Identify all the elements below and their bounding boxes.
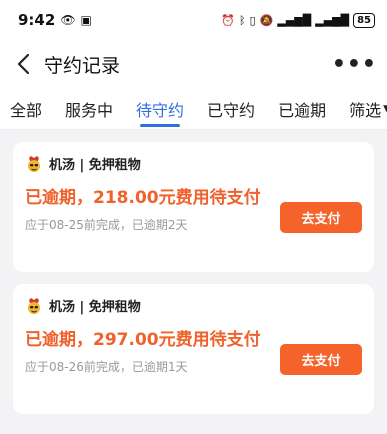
due-detail: 应于08-25前完成，已逾期2天 [25, 218, 188, 232]
tab-pending[interactable]: 待守约 [136, 88, 184, 130]
tab-all[interactable]: 全部 [10, 88, 42, 130]
overdue-status: 已逾期，218.00元费用待支付 [25, 188, 261, 208]
record-card[interactable]: 机汤 | 免押租物 已逾期，297.00元费用待支付 应于08-26前完成，已逾… [13, 284, 374, 414]
pay-button[interactable]: 去支付 [280, 344, 362, 375]
signal-icon: ▂▄▆█ [277, 13, 312, 27]
eye-icon: 👁 [60, 13, 76, 27]
back-arrow-icon[interactable] [10, 51, 36, 77]
tab-kept[interactable]: 已守约 [207, 88, 255, 130]
signal-icon-2: ▂▄▆█ [315, 13, 350, 27]
page-title: 守约记录 [44, 54, 121, 77]
pay-button[interactable]: 去支付 [280, 202, 362, 233]
merchant-name: 机汤 | 免押租物 [49, 158, 141, 173]
tab-filter[interactable]: 筛选 ▼ [349, 88, 387, 130]
tab-overdue[interactable]: 已逾期 [278, 88, 326, 130]
record-card[interactable]: 机汤 | 免押租物 已逾期，218.00元费用待支付 应于08-25前完成，已逾… [13, 142, 374, 272]
merchant-name: 机汤 | 免押租物 [49, 300, 141, 315]
tab-bar: 全部 服务中 待守约 已守约 已逾期 筛选 ▼ [0, 88, 387, 130]
nfc-icon: ▣ [80, 13, 92, 27]
battery-icon: 85 [353, 12, 375, 28]
status-time: 9:42 [18, 11, 56, 29]
filter-label: 筛选 [349, 100, 382, 120]
nav-bar: 守约记录 ••• [0, 40, 387, 88]
bluetooth-icon: ᛒ [239, 13, 246, 27]
record-list: 机汤 | 免押租物 已逾期，218.00元费用待支付 应于08-25前完成，已逾… [0, 130, 387, 414]
due-detail: 应于08-26前完成，已逾期1天 [25, 360, 188, 374]
tab-in-service[interactable]: 服务中 [65, 88, 113, 130]
alarm-icon: ⏰ [221, 13, 236, 27]
mute-icon: 🔕 [259, 13, 274, 27]
merchant-logo-icon [25, 155, 43, 173]
more-icon[interactable]: ••• [332, 52, 377, 77]
overdue-status: 已逾期，297.00元费用待支付 [25, 330, 261, 350]
status-bar: 9:42 👁 ▣ ⏰ ᛒ ▯ 🔕 ▂▄▆█ ▂▄▆█ 85 [0, 0, 387, 40]
caret-down-icon: ▼ [383, 103, 387, 114]
vibrate-icon: ▯ [249, 13, 256, 27]
merchant-logo-icon [25, 297, 43, 315]
